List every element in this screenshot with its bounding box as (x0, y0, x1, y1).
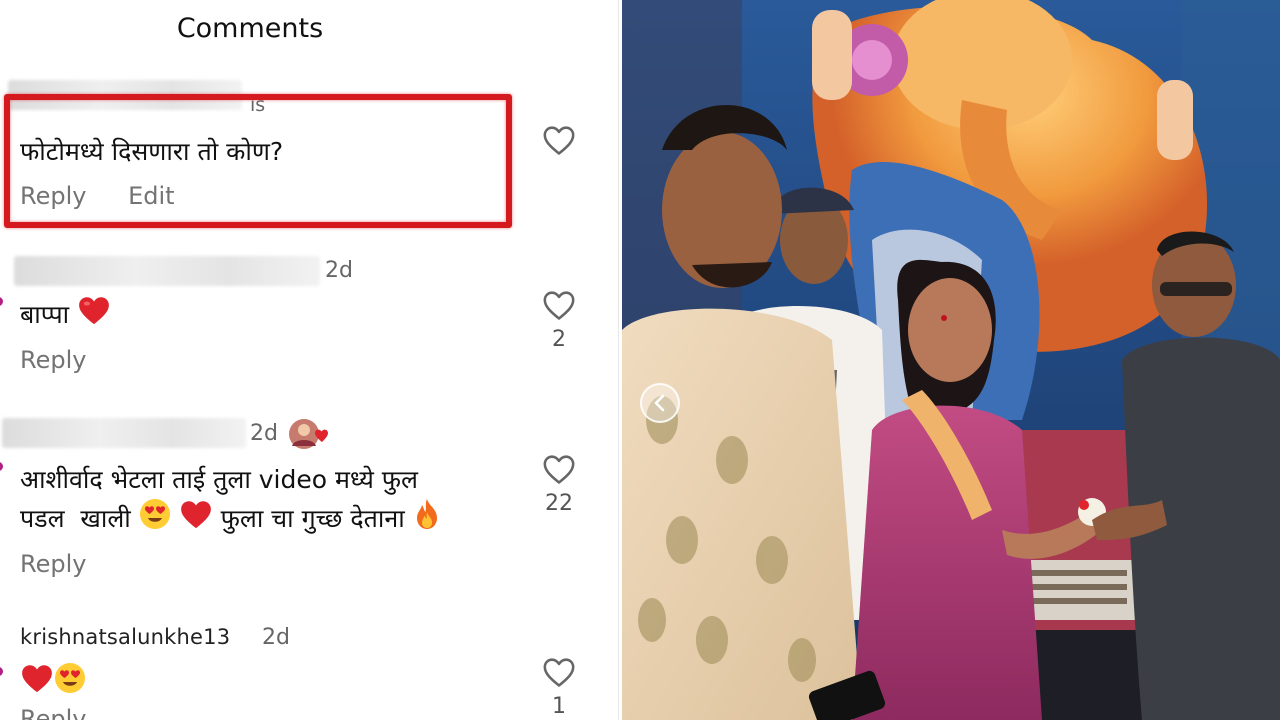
comment-actions: Reply (20, 346, 120, 374)
red-heart-emoji (20, 662, 54, 706)
comment-time: 2d (262, 625, 290, 650)
like-count: 22 (545, 491, 573, 516)
heart-eyes-emoji (139, 498, 171, 542)
chevron-left-icon (654, 394, 665, 412)
redacted-username (2, 418, 246, 448)
story-ring-dot (0, 297, 3, 306)
comment-actions: Reply (20, 705, 120, 720)
heart-eyes-emoji (54, 662, 86, 706)
post-photo (622, 0, 1280, 720)
edit-button[interactable]: Edit (128, 182, 174, 210)
reply-button[interactable]: Reply (20, 182, 86, 210)
reply-button[interactable]: Reply (20, 550, 86, 578)
like-button[interactable] (540, 124, 578, 156)
photo-illustration (622, 0, 1280, 720)
like-button[interactable]: 22 (540, 453, 578, 516)
like-count: 2 (552, 327, 566, 352)
reply-button[interactable]: Reply (20, 346, 86, 374)
comment-meta: is (250, 94, 266, 116)
comments-panel: Comments is फोटोमध्ये दिसणारा तो कोण? Re… (0, 0, 618, 720)
story-ring-dot (0, 667, 3, 676)
comment-actions: Reply (20, 550, 120, 578)
comments-title: Comments (176, 13, 324, 44)
redacted-username (14, 256, 320, 286)
story-ring-dot (0, 462, 3, 471)
red-heart-emoji (77, 294, 111, 338)
comment-text: बाप्पा (20, 294, 111, 338)
comment-text: आशीर्वाद भेटला ताई तुला video मध्ये फुल (20, 465, 418, 494)
heart-outline-icon (543, 455, 575, 484)
comment-actions: Reply Edit (20, 182, 209, 210)
comment-username[interactable]: krishnatsalunkhe13 (20, 625, 230, 649)
comment-text-content: बाप्पा (20, 300, 70, 329)
red-heart-emoji (179, 498, 213, 542)
heart-outline-icon (543, 126, 575, 155)
comment-time: 2d (325, 258, 353, 283)
comment-text: पडल खाली फुला चा गुच्छ देताना (20, 498, 441, 542)
heart-outline-icon (543, 658, 575, 687)
comment-time: 2d (250, 421, 278, 446)
heart-outline-icon (543, 291, 575, 320)
carousel-prev-button[interactable] (640, 383, 680, 423)
like-button[interactable]: 2 (540, 289, 578, 352)
fire-emoji (413, 498, 441, 542)
user-badge-avatar (288, 416, 336, 456)
like-count: 1 (552, 694, 566, 719)
comment-text-content: फुला चा गुच्छ देताना (220, 504, 405, 533)
comment-text: फोटोमध्ये दिसणारा तो कोण? (20, 137, 284, 166)
like-button[interactable]: 1 (540, 656, 578, 719)
comment-text-content: पडल खाली (20, 504, 131, 533)
reply-button[interactable]: Reply (20, 705, 86, 720)
comment-text (20, 662, 86, 706)
redacted-username (8, 80, 242, 110)
